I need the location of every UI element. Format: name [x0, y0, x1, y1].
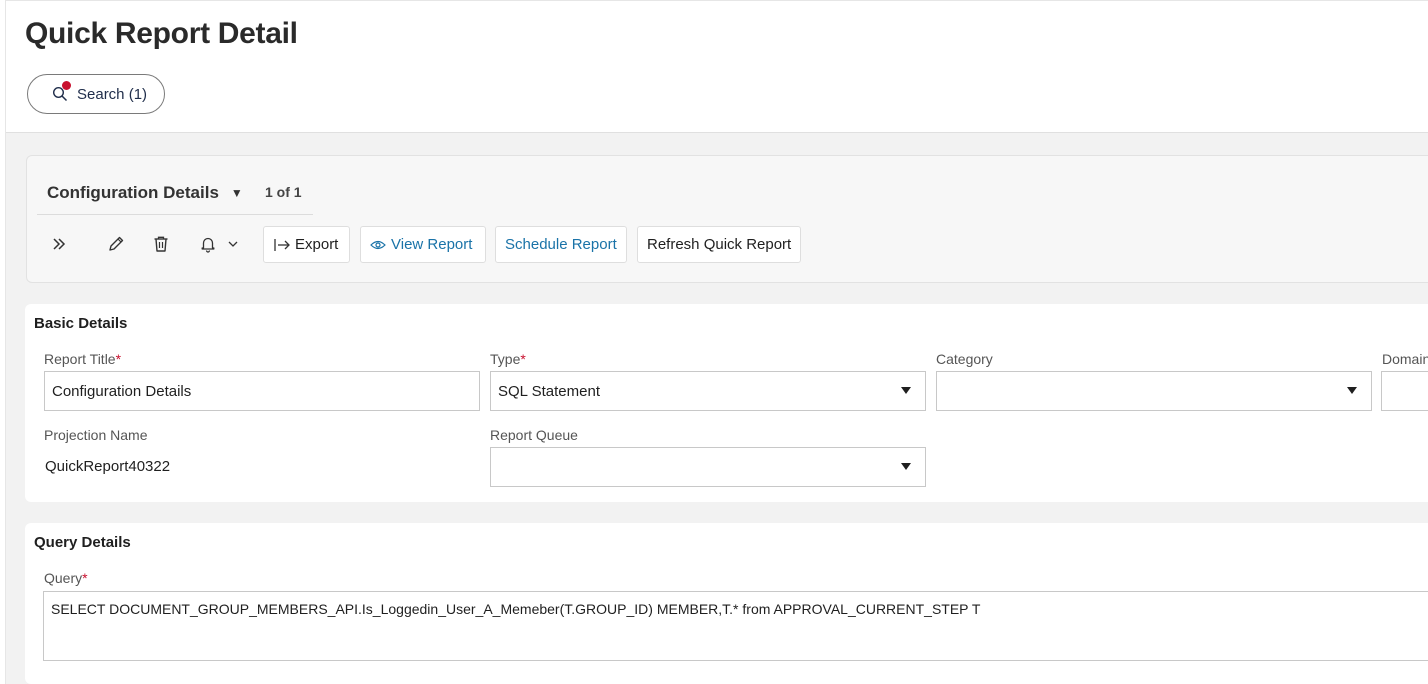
export-button[interactable]: Export: [263, 226, 350, 263]
double-chevron-right-icon: [53, 238, 66, 250]
delete-button[interactable]: [149, 232, 173, 256]
report-title-label: Report Title*: [44, 351, 122, 367]
basic-details-section: Basic Details Report Title* Configuratio…: [25, 304, 1428, 502]
active-filter-dot: [62, 81, 71, 90]
domain-label: Domain: [1382, 351, 1428, 367]
report-title-input[interactable]: Configuration Details: [44, 371, 480, 411]
record-title: Configuration Details: [47, 183, 219, 202]
configuration-card: Configuration Details ▼ 1 of 1 Export Vi…: [26, 155, 1428, 283]
export-icon: [274, 238, 290, 251]
report-queue-select[interactable]: [490, 447, 926, 487]
refresh-quick-report-button[interactable]: Refresh Quick Report: [637, 226, 801, 263]
divider: [37, 214, 313, 215]
dropdown-arrow-icon: [901, 463, 911, 470]
caret-down-icon: ▼: [230, 186, 243, 200]
projection-name-label: Projection Name: [44, 427, 148, 443]
record-selector[interactable]: Configuration Details ▼: [47, 183, 243, 203]
projection-name-value: QuickReport40322: [45, 458, 171, 475]
view-report-label: View Report: [391, 236, 473, 253]
record-pager: 1 of 1: [265, 184, 302, 200]
pencil-icon: [109, 236, 124, 251]
type-label: Type*: [490, 351, 526, 367]
edit-button[interactable]: [104, 232, 128, 256]
dropdown-arrow-icon: [1347, 387, 1357, 394]
trash-icon: [154, 236, 168, 252]
search-button[interactable]: Search (1): [27, 74, 165, 114]
notifications-menu[interactable]: [195, 232, 243, 256]
search-icon: [52, 81, 71, 102]
section-title: Basic Details: [34, 315, 128, 332]
schedule-report-button[interactable]: Schedule Report: [495, 226, 627, 263]
page-header: Quick Report Detail Search (1): [6, 0, 1428, 133]
type-value: SQL Statement: [498, 382, 600, 400]
expand-button[interactable]: [47, 232, 71, 256]
report-title-value: Configuration Details: [52, 382, 192, 400]
search-label: Search (1): [77, 85, 148, 103]
schedule-report-label: Schedule Report: [505, 236, 617, 253]
query-details-section: Query Details Query* SELECT DOCUMENT_GRO…: [25, 523, 1428, 684]
query-label: Query*: [44, 570, 88, 586]
domain-input[interactable]: [1381, 371, 1428, 411]
dropdown-arrow-icon: [901, 387, 911, 394]
refresh-quick-report-label: Refresh Quick Report: [647, 236, 792, 253]
category-label: Category: [936, 351, 993, 367]
page-title: Quick Report Detail: [25, 17, 298, 50]
section-title: Query Details: [34, 534, 131, 551]
category-select[interactable]: [936, 371, 1372, 411]
export-label: Export: [295, 236, 339, 253]
report-queue-label: Report Queue: [490, 427, 578, 443]
type-select[interactable]: SQL Statement: [490, 371, 926, 411]
chevron-down-icon: [228, 241, 238, 247]
view-report-button[interactable]: View Report: [360, 226, 486, 263]
eye-icon: [370, 240, 386, 249]
bell-icon: [201, 237, 215, 253]
query-textarea[interactable]: SELECT DOCUMENT_GROUP_MEMBERS_API.Is_Log…: [43, 591, 1428, 661]
